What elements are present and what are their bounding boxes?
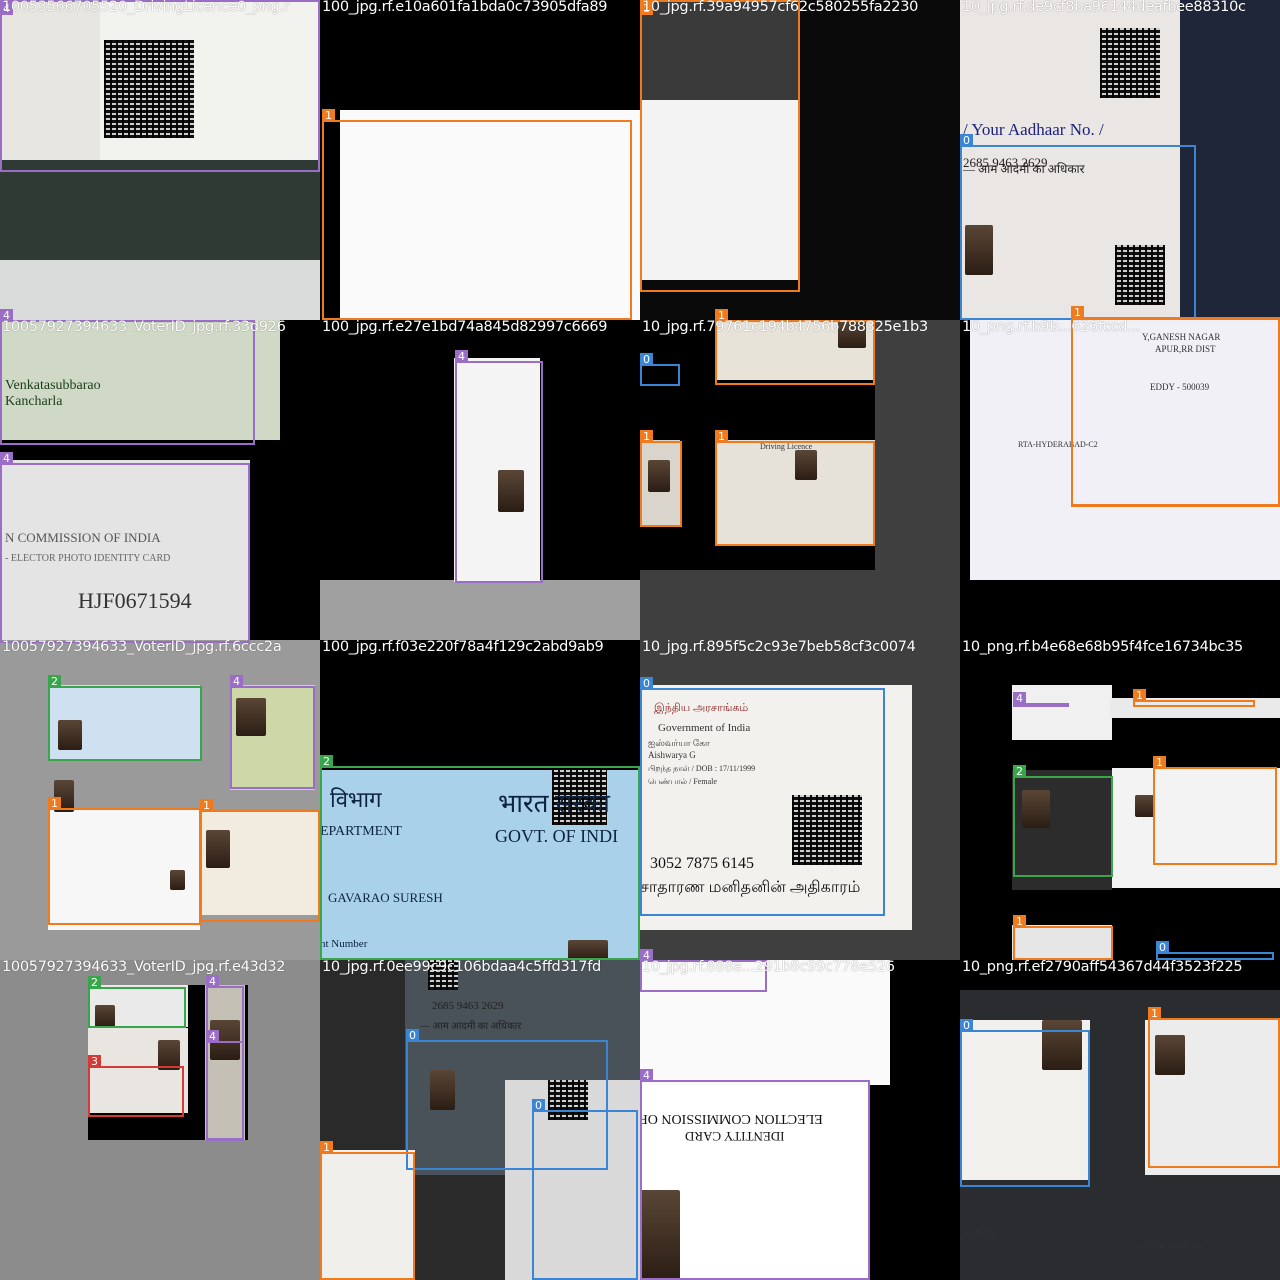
tile-filename: 10_jpg.rf.79761c194b4756b788325e1b3: [642, 320, 928, 335]
detection-box: 0: [532, 1099, 638, 1280]
detection-box: 4: [0, 0, 320, 172]
tile-filename: 100_jpg.rf.e10a601fa1bda0c73905dfa89: [322, 0, 608, 15]
detection-class-label: 4: [455, 350, 468, 363]
tile-filename: 10_jpg.rf.39a94957cf62c580255fa2230: [642, 0, 919, 15]
detection-class-label: 2: [1013, 765, 1026, 778]
detection-class-label: 1: [1148, 1007, 1161, 1020]
tile-filename: 10057927394633_VoterID_jpg.rf.e43d32: [2, 960, 286, 975]
detection-class-label: 2: [48, 675, 61, 688]
qr-code: [1100, 28, 1160, 98]
detection-box: 1: [1071, 306, 1280, 506]
image-region: [0, 160, 320, 260]
tile-filename: 10_png.rf.ef2790aff54367d44f3523f225: [962, 960, 1243, 975]
detection-box: 4: [0, 309, 255, 445]
detection-class-label: 2: [88, 976, 101, 989]
tile-filename: 10057927394633_VoterID_jpg.rf.33d926: [2, 320, 286, 335]
detection-box: 1: [715, 430, 875, 546]
detection-class-label: 0: [640, 353, 653, 366]
detection-class-label: 4: [230, 675, 243, 688]
detection-box: 0: [960, 134, 1196, 320]
tile-filename: 10053566705520_DrivingLicence0_png.r: [2, 0, 290, 15]
tile-filename: 10_png.rf.b9b...626fccd...: [962, 320, 1140, 335]
detection-box: 0: [1156, 941, 1274, 960]
tile-filename: 100_jpg.rf.e27e1bd74a845d82997c6669: [322, 320, 608, 335]
detection-box: 1: [1153, 756, 1277, 865]
tile-filename: 10_jpg.rf.de9cf8ba96144deafbee88310c: [962, 0, 1246, 15]
detection-class-label: 0: [1156, 941, 1169, 954]
detection-class-label: 0: [406, 1029, 419, 1042]
detection-class-label: 1: [715, 430, 728, 443]
detection-class-label: 4: [206, 975, 219, 988]
detection-class-label: 4: [1013, 692, 1026, 705]
document-text: RTA-HYDERABAD-C2: [1142, 1242, 1202, 1248]
detection-box: 4: [455, 350, 543, 583]
detection-class-label: 3: [88, 1055, 101, 1068]
detection-box: 1: [320, 1141, 415, 1280]
detection-box: 1: [1148, 1007, 1280, 1168]
detection-box: 1: [322, 109, 632, 320]
detection-box: 1: [48, 797, 201, 925]
detection-class-label: 4: [206, 1030, 219, 1043]
mosaic-grid: 10053566705520_DrivingLicence0_png.r 100_…: [0, 0, 1280, 1280]
document-text: / Your Aadhaar No. /: [963, 120, 1104, 139]
detection-box: 0: [960, 1019, 1090, 1187]
image-region: [0, 260, 320, 320]
detection-box: 1: [640, 430, 682, 527]
detection-box: 1: [1013, 915, 1113, 960]
detection-class-label: 0: [640, 677, 653, 690]
detection-class-label: 1: [640, 430, 653, 443]
detection-box: 2: [320, 755, 640, 960]
detection-class-label: 1: [1133, 689, 1146, 702]
tile-filename: 10_png.rf.b4e68e68b95f4fce16734bc35: [962, 640, 1243, 655]
document-text: 2685 9463 2629: [432, 1000, 504, 1012]
image-region: [320, 580, 640, 640]
detection-box: 0: [640, 677, 885, 916]
detection-box: 4: [206, 1030, 244, 1141]
detection-class-label: 1: [1153, 756, 1166, 769]
detection-box: 2: [88, 976, 186, 1028]
detection-box: 1: [1133, 689, 1255, 707]
detection-class-label: 1: [322, 109, 335, 122]
tile-filename: 100_jpg.rf.f03e220f78a4f129c2abd9ab9: [322, 640, 604, 655]
tile-filename: 10_jpg.rf.0ee99c9c106bdaa4c5ffd317fd: [322, 960, 601, 975]
detection-class-label: 4: [640, 1069, 653, 1082]
tile-filename: 10057927394633_VoterID_jpg.rf.6ccc2a: [2, 640, 282, 655]
detection-box: 3: [88, 1055, 184, 1117]
detection-class-label: 1: [200, 799, 213, 812]
tile-filename: 10_jpg.rf.888a...291b8c99c778e526: [642, 960, 895, 975]
detection-class-label: 4: [0, 452, 13, 465]
detection-box: 4: [1013, 692, 1069, 707]
detection-class-label: 2: [320, 755, 333, 768]
detection-class-label: 1: [1071, 306, 1084, 319]
detection-class-label: 0: [960, 134, 973, 147]
document-text: — आम आदमी का अधिकार: [420, 1021, 522, 1032]
detection-box: 1: [640, 0, 800, 292]
detection-class-label: 1: [48, 797, 61, 810]
detection-class-label: 0: [532, 1099, 545, 1112]
detection-box: 4: [0, 452, 250, 643]
detection-class-label: 0: [960, 1019, 973, 1032]
detection-class-label: 1: [1013, 915, 1026, 928]
tile-filename: 10_jpg.rf.895f5c2c93e7beb58cf3c0074: [642, 640, 916, 655]
detection-box: 1: [200, 799, 320, 922]
id-photo: [1135, 795, 1155, 817]
detection-box: 4: [230, 675, 315, 789]
detection-box: 0: [640, 353, 680, 386]
image-region: [1012, 685, 1112, 740]
detection-box: 2: [48, 675, 202, 761]
detection-class-label: 1: [320, 1141, 333, 1154]
detection-box: 2: [1013, 765, 1113, 877]
detection-box: 4: [640, 1069, 870, 1280]
document-text: 6734 397: [960, 1228, 994, 1238]
